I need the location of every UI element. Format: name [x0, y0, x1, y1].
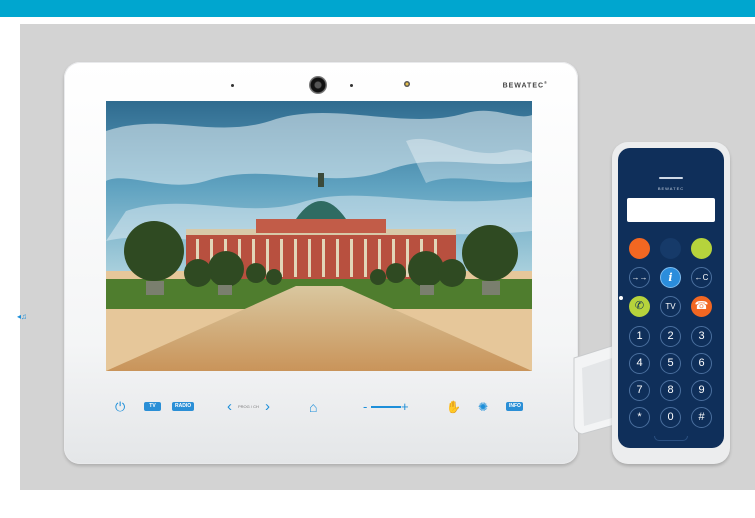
terminal-brand-logo: BEWATEC® — [502, 80, 548, 90]
blank-function-key[interactable] — [660, 238, 681, 259]
front-dot-left — [231, 84, 234, 87]
front-dot-right — [350, 84, 353, 87]
home-icon[interactable]: ⌂ — [309, 396, 317, 418]
bedside-terminal: BEWATEC® ◂♫ ⏻ TV RADIO ‹ PROG / CH › ⌂ -… — [17, 62, 578, 464]
light-icon[interactable]: ✺ — [478, 396, 488, 418]
top-accent-bar — [0, 0, 755, 17]
digit-key-4[interactable]: 4 — [629, 353, 650, 374]
remote-handset: BEWATEC →→ i ←C ✆ TV ☎ 1 2 3 4 5 6 7 8 9… — [612, 142, 730, 464]
volume-up-button[interactable]: + — [401, 396, 409, 418]
info-button[interactable]: INFO — [506, 402, 523, 411]
forward-key[interactable]: →→ — [629, 267, 650, 288]
digit-key-7[interactable]: 7 — [629, 380, 650, 401]
handset-bottom-slot — [654, 436, 688, 441]
digit-key-9[interactable]: 9 — [691, 380, 712, 401]
volume-down-button[interactable]: - — [363, 396, 367, 418]
palace-scene-image — [106, 101, 532, 371]
digit-key-0[interactable]: 0 — [660, 407, 681, 428]
headphone-jack-icon: ◂♫ — [17, 312, 28, 321]
handset-keypad-face: BEWATEC →→ i ←C ✆ TV ☎ 1 2 3 4 5 6 7 8 9… — [618, 148, 724, 448]
tv-button[interactable]: TV — [144, 402, 161, 411]
phone-accept-icon[interactable]: ✆ — [629, 296, 650, 317]
orange-function-key[interactable] — [629, 238, 650, 259]
terminal-screen-photo — [106, 101, 532, 371]
status-led-icon — [619, 296, 623, 300]
power-icon[interactable]: ⏻ — [115, 396, 125, 418]
digit-key-8[interactable]: 8 — [660, 380, 681, 401]
clear-key[interactable]: ←C — [691, 267, 712, 288]
digit-key-2[interactable]: 2 — [660, 326, 681, 347]
info-key[interactable]: i — [660, 267, 681, 288]
handset-brand-logo: BEWATEC — [657, 186, 685, 191]
digit-key-1[interactable]: 1 — [629, 326, 650, 347]
speaker-grille-icon — [659, 177, 683, 179]
chevron-right-icon[interactable]: › — [265, 396, 270, 418]
digit-key-3[interactable]: 3 — [691, 326, 712, 347]
light-sensor-icon — [404, 81, 410, 87]
radio-button[interactable]: RADIO — [172, 402, 194, 411]
star-key[interactable]: * — [629, 407, 650, 428]
digit-key-6[interactable]: 6 — [691, 353, 712, 374]
tv-key[interactable]: TV — [660, 296, 681, 317]
digit-key-5[interactable]: 5 — [660, 353, 681, 374]
green-function-key[interactable] — [691, 238, 712, 259]
volume-slider-icon[interactable] — [371, 406, 401, 408]
terminal-control-strip: ⏻ TV RADIO ‹ PROG / CH › ⌂ - + ✋ ✺ INFO — [64, 396, 578, 418]
channel-label: PROG / CH — [238, 404, 259, 409]
camera-icon — [309, 76, 327, 94]
nurse-call-icon[interactable]: ✋ — [446, 396, 461, 418]
chevron-left-icon[interactable]: ‹ — [227, 396, 232, 418]
handset-display — [627, 198, 715, 222]
phone-hangup-icon[interactable]: ☎ — [691, 296, 712, 317]
hash-key[interactable]: # — [691, 407, 712, 428]
